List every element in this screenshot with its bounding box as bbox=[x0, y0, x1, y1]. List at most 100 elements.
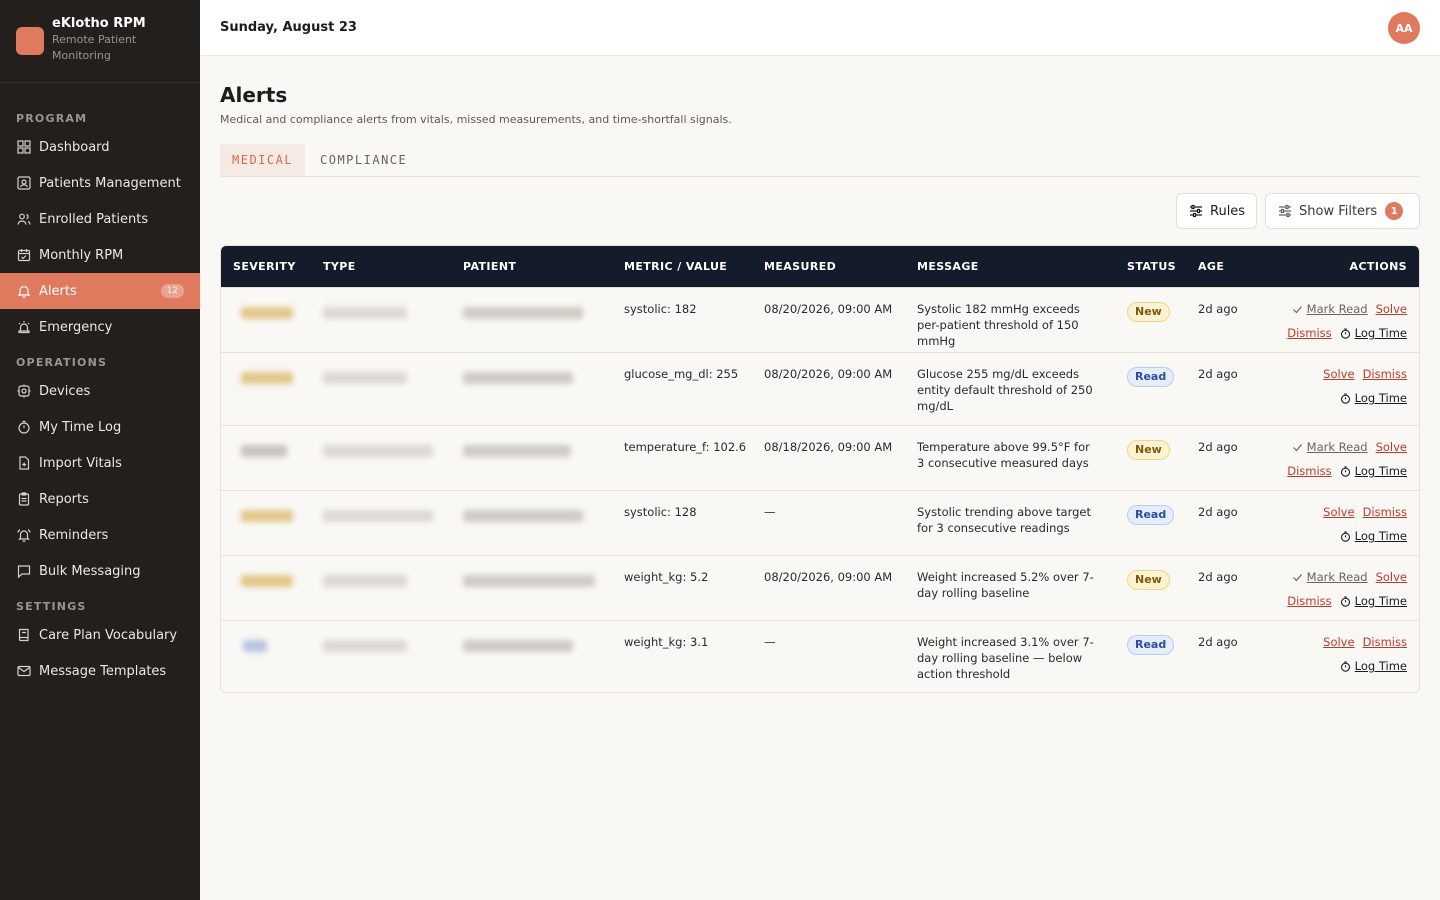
dismiss-link[interactable]: Dismiss bbox=[1363, 634, 1407, 650]
table-row[interactable]: temperature_f: 102.6 08/18/2026, 09:00 A… bbox=[221, 425, 1419, 490]
table-row[interactable]: weight_kg: 5.2 08/20/2026, 09:00 AM Weig… bbox=[221, 555, 1419, 620]
type-redacted bbox=[323, 307, 407, 319]
column-header-status[interactable]: STATUS bbox=[1127, 246, 1176, 287]
file-plus-icon bbox=[16, 456, 31, 471]
check-icon bbox=[1292, 304, 1303, 315]
solve-link[interactable]: Solve bbox=[1323, 504, 1354, 520]
rules-button[interactable]: Rules bbox=[1176, 193, 1257, 229]
sidebar-item-reminders[interactable]: Reminders bbox=[0, 517, 200, 553]
mark-read-link[interactable]: Mark Read bbox=[1292, 439, 1368, 455]
brand-logo bbox=[16, 27, 44, 55]
table-header: SEVERITY TYPE PATIENT METRIC / VALUE MEA… bbox=[221, 246, 1419, 287]
measured-time: 08/20/2026, 09:00 AM bbox=[764, 367, 893, 381]
row-actions: Solve Dismiss Log Time bbox=[1237, 504, 1407, 552]
sidebar-item-label: My Time Log bbox=[39, 419, 122, 435]
column-header-type[interactable]: TYPE bbox=[323, 246, 356, 287]
column-header-message[interactable]: MESSAGE bbox=[917, 246, 979, 287]
column-header-measured[interactable]: MEASURED bbox=[764, 246, 836, 287]
dismiss-link[interactable]: Dismiss bbox=[1363, 366, 1407, 382]
sidebar-item-import-vitals[interactable]: Import Vitals bbox=[0, 445, 200, 481]
table-row[interactable]: systolic: 128 — Systolic trending above … bbox=[221, 490, 1419, 555]
grid-icon bbox=[16, 140, 31, 155]
filter-count-badge: 1 bbox=[1385, 202, 1404, 220]
clipboard-icon bbox=[16, 492, 31, 507]
sidebar-item-dashboard[interactable]: Dashboard bbox=[0, 129, 200, 165]
row-actions: Solve Dismiss Log Time bbox=[1237, 634, 1407, 682]
log-time-link[interactable]: Log Time bbox=[1340, 390, 1407, 406]
dismiss-link[interactable]: Dismiss bbox=[1363, 504, 1407, 520]
solve-link[interactable]: Solve bbox=[1323, 366, 1354, 382]
log-time-link[interactable]: Log Time bbox=[1340, 528, 1407, 544]
sidebar-item-monthly-rpm[interactable]: Monthly RPM bbox=[0, 237, 200, 273]
rules-button-label: Rules bbox=[1210, 203, 1246, 219]
current-date: Sunday, August 23 bbox=[220, 20, 357, 35]
sidebar-item-label: Import Vitals bbox=[39, 455, 122, 471]
severity-redacted bbox=[241, 445, 287, 457]
row-actions: Mark Read Solve Dismiss Log Time bbox=[1237, 439, 1407, 487]
type-redacted bbox=[323, 372, 407, 384]
sidebar-item-care-plan-vocabulary[interactable]: Care Plan Vocabulary bbox=[0, 617, 200, 653]
metric-value: temperature_f: 102.6 bbox=[624, 440, 747, 454]
solve-link[interactable]: Solve bbox=[1376, 301, 1407, 317]
table-row[interactable]: weight_kg: 3.1 — Weight increased 3.1% o… bbox=[221, 620, 1419, 692]
avatar[interactable]: AA bbox=[1388, 12, 1420, 44]
stopwatch-icon bbox=[1340, 393, 1351, 404]
alert-age: 2d ago bbox=[1198, 570, 1238, 584]
measured-time: — bbox=[764, 635, 776, 649]
sidebar-item-reports[interactable]: Reports bbox=[0, 481, 200, 517]
patient-redacted bbox=[463, 372, 573, 384]
sidebar-item-bulk-messaging[interactable]: Bulk Messaging bbox=[0, 553, 200, 589]
show-filters-button[interactable]: Show Filters 1 bbox=[1265, 193, 1420, 229]
stopwatch-icon bbox=[1340, 596, 1351, 607]
alert-age: 2d ago bbox=[1198, 367, 1238, 381]
sidebar-item-label: Reports bbox=[39, 491, 89, 507]
sidebar-item-enrolled-patients[interactable]: Enrolled Patients bbox=[0, 201, 200, 237]
book-icon bbox=[16, 628, 31, 643]
sidebar-item-patients-management[interactable]: Patients Management bbox=[0, 165, 200, 201]
page-subtitle: Medical and compliance alerts from vital… bbox=[220, 113, 732, 126]
mark-read-link[interactable]: Mark Read bbox=[1292, 301, 1368, 317]
sidebar-item-alerts[interactable]: Alerts 12 bbox=[0, 273, 200, 309]
alert-age: 2d ago bbox=[1198, 440, 1238, 454]
siren-icon bbox=[16, 320, 31, 335]
alert-message: Glucose 255 mg/dL exceeds entity default… bbox=[917, 367, 1093, 413]
section-label-settings: SETTINGS bbox=[16, 600, 87, 613]
sidebar-item-message-templates[interactable]: Message Templates bbox=[0, 653, 200, 689]
dismiss-link[interactable]: Dismiss bbox=[1287, 593, 1331, 609]
mark-read-link[interactable]: Mark Read bbox=[1292, 569, 1368, 585]
sidebar-item-label: Dashboard bbox=[39, 139, 110, 155]
tab-compliance[interactable]: COMPLIANCE bbox=[308, 144, 419, 176]
measured-time: 08/20/2026, 09:00 AM bbox=[764, 570, 893, 584]
column-header-patient[interactable]: PATIENT bbox=[463, 246, 516, 287]
column-header-severity[interactable]: SEVERITY bbox=[233, 246, 296, 287]
alert-message: Systolic trending above target for 3 con… bbox=[917, 505, 1091, 535]
column-header-metric[interactable]: METRIC / VALUE bbox=[624, 246, 727, 287]
metric-value: systolic: 182 bbox=[624, 302, 697, 316]
solve-link[interactable]: Solve bbox=[1376, 439, 1407, 455]
table-row[interactable]: systolic: 182 08/20/2026, 09:00 AM Systo… bbox=[221, 287, 1419, 352]
log-time-link[interactable]: Log Time bbox=[1340, 325, 1407, 341]
solve-link[interactable]: Solve bbox=[1323, 634, 1354, 650]
log-time-link[interactable]: Log Time bbox=[1340, 463, 1407, 479]
log-time-link[interactable]: Log Time bbox=[1340, 593, 1407, 609]
page-title: Alerts bbox=[220, 83, 288, 107]
dismiss-link[interactable]: Dismiss bbox=[1287, 463, 1331, 479]
sidebar-item-emergency[interactable]: Emergency bbox=[0, 309, 200, 345]
metric-value: weight_kg: 5.2 bbox=[624, 570, 709, 584]
app-subtitle: Remote Patient Monitoring bbox=[52, 33, 137, 62]
dismiss-link[interactable]: Dismiss bbox=[1287, 325, 1331, 341]
log-time-link[interactable]: Log Time bbox=[1340, 658, 1407, 674]
sidebar-item-my-time-log[interactable]: My Time Log bbox=[0, 409, 200, 445]
column-header-age[interactable]: AGE bbox=[1198, 246, 1224, 287]
table-row[interactable]: glucose_mg_dl: 255 08/20/2026, 09:00 AM … bbox=[221, 352, 1419, 425]
solve-link[interactable]: Solve bbox=[1376, 569, 1407, 585]
alert-message: Systolic 182 mmHg exceeds per-patient th… bbox=[917, 302, 1080, 348]
stopwatch-icon bbox=[1340, 328, 1351, 339]
alert-tabs: MEDICAL COMPLIANCE bbox=[220, 144, 1420, 177]
sidebar-item-devices[interactable]: Devices bbox=[0, 373, 200, 409]
status-badge: Read bbox=[1127, 367, 1175, 387]
tab-medical[interactable]: MEDICAL bbox=[220, 144, 306, 176]
alert-message: Weight increased 3.1% over 7-day rolling… bbox=[917, 635, 1094, 681]
severity-redacted bbox=[241, 575, 293, 587]
status-badge: Read bbox=[1127, 635, 1175, 655]
